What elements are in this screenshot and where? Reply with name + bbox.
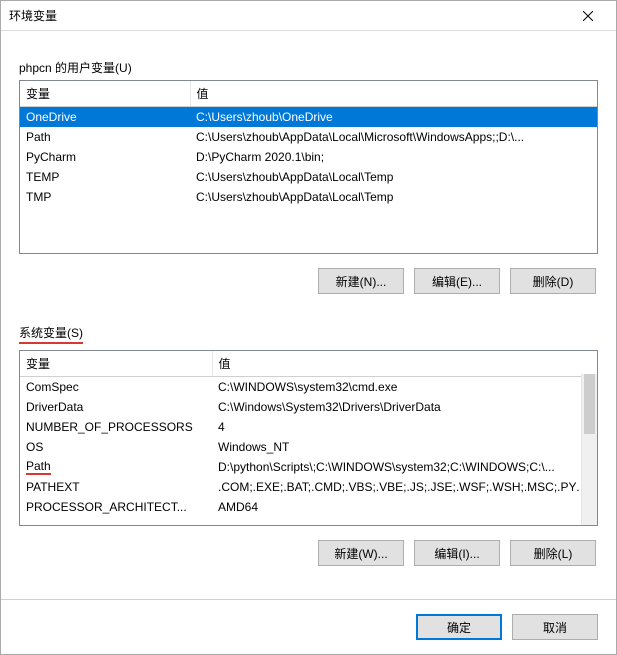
user-vars-table-wrap: 变量 值 OneDriveC:\Users\zhoub\OneDrivePath… [19, 80, 598, 254]
user-vars-table[interactable]: 变量 值 OneDriveC:\Users\zhoub\OneDrivePath… [20, 81, 597, 207]
table-row[interactable]: PROCESSOR_ARCHITECT...AMD64 [20, 497, 597, 517]
table-row[interactable]: PathD:\python\Scripts\;C:\WINDOWS\system… [20, 457, 597, 477]
table-row[interactable]: PyCharmD:\PyCharm 2020.1\bin; [20, 147, 597, 167]
cell-val: AMD64 [212, 497, 597, 517]
table-row[interactable]: OneDriveC:\Users\zhoub\OneDrive [20, 107, 597, 127]
cell-val: Windows_NT [212, 437, 597, 457]
cell-val: .COM;.EXE;.BAT;.CMD;.VBS;.VBE;.JS;.JSE;.… [212, 477, 597, 497]
user-col-val[interactable]: 值 [190, 81, 597, 107]
cell-val: C:\WINDOWS\system32\cmd.exe [212, 377, 597, 397]
user-edit-button[interactable]: 编辑(E)... [414, 268, 500, 294]
cell-var: PyCharm [20, 147, 190, 167]
sys-delete-button[interactable]: 删除(L) [510, 540, 596, 566]
cell-val: C:\Windows\System32\Drivers\DriverData [212, 397, 597, 417]
cell-var: ComSpec [20, 377, 212, 397]
sys-vars-label: 系统变量(S) [19, 324, 598, 344]
sys-vars-table-wrap: 变量 值 ComSpecC:\WINDOWS\system32\cmd.exeD… [19, 350, 598, 526]
cell-var: NUMBER_OF_PROCESSORS [20, 417, 212, 437]
user-new-button[interactable]: 新建(N)... [318, 268, 404, 294]
close-icon [583, 11, 593, 21]
sys-col-var[interactable]: 变量 [20, 351, 212, 377]
sys-new-button[interactable]: 新建(W)... [318, 540, 404, 566]
cell-var: TEMP [20, 167, 190, 187]
cell-var: OS [20, 437, 212, 457]
table-row[interactable]: PathC:\Users\zhoub\AppData\Local\Microso… [20, 127, 597, 147]
cell-val: C:\Users\zhoub\AppData\Local\Microsoft\W… [190, 127, 597, 147]
sys-col-val[interactable]: 值 [212, 351, 597, 377]
close-button[interactable] [568, 2, 608, 30]
cell-val: C:\Users\zhoub\AppData\Local\Temp [190, 187, 597, 207]
cell-var: DriverData [20, 397, 212, 417]
dialog-bottom-bar: 确定 取消 [1, 599, 616, 654]
user-vars-buttons: 新建(N)... 编辑(E)... 删除(D) [19, 268, 596, 294]
scrollbar-thumb[interactable] [584, 374, 595, 434]
user-vars-label: phpcn 的用户变量(U) [19, 59, 598, 76]
sys-vars-table[interactable]: 变量 值 ComSpecC:\WINDOWS\system32\cmd.exeD… [20, 351, 597, 517]
cell-var: Path [20, 127, 190, 147]
titlebar: 环境变量 [1, 1, 616, 31]
cell-var: OneDrive [20, 107, 190, 127]
table-row[interactable]: PATHEXT.COM;.EXE;.BAT;.CMD;.VBS;.VBE;.JS… [20, 477, 597, 497]
table-row[interactable]: ComSpecC:\WINDOWS\system32\cmd.exe [20, 377, 597, 397]
cell-val: 4 [212, 417, 597, 437]
table-row[interactable]: TEMPC:\Users\zhoub\AppData\Local\Temp [20, 167, 597, 187]
cell-var: TMP [20, 187, 190, 207]
window-title: 环境变量 [9, 7, 568, 24]
table-row[interactable]: TMPC:\Users\zhoub\AppData\Local\Temp [20, 187, 597, 207]
cell-val: C:\Users\zhoub\OneDrive [190, 107, 597, 127]
table-row[interactable]: OSWindows_NT [20, 437, 597, 457]
dialog-content: phpcn 的用户变量(U) 变量 值 OneDriveC:\Users\zho… [1, 31, 616, 599]
ok-button[interactable]: 确定 [416, 614, 502, 640]
user-col-var[interactable]: 变量 [20, 81, 190, 107]
table-row[interactable]: DriverDataC:\Windows\System32\Drivers\Dr… [20, 397, 597, 417]
user-delete-button[interactable]: 删除(D) [510, 268, 596, 294]
env-var-dialog: 环境变量 phpcn 的用户变量(U) 变量 值 OneDriveC:\User… [0, 0, 617, 655]
cell-var: Path [20, 457, 212, 477]
cancel-button[interactable]: 取消 [512, 614, 598, 640]
cell-val: D:\PyCharm 2020.1\bin; [190, 147, 597, 167]
sys-scrollbar[interactable] [581, 374, 597, 525]
sys-vars-buttons: 新建(W)... 编辑(I)... 删除(L) [19, 540, 596, 566]
sys-edit-button[interactable]: 编辑(I)... [414, 540, 500, 566]
cell-val: D:\python\Scripts\;C:\WINDOWS\system32;C… [212, 457, 597, 477]
table-row[interactable]: NUMBER_OF_PROCESSORS4 [20, 417, 597, 437]
cell-var: PATHEXT [20, 477, 212, 497]
cell-var: PROCESSOR_ARCHITECT... [20, 497, 212, 517]
cell-val: C:\Users\zhoub\AppData\Local\Temp [190, 167, 597, 187]
